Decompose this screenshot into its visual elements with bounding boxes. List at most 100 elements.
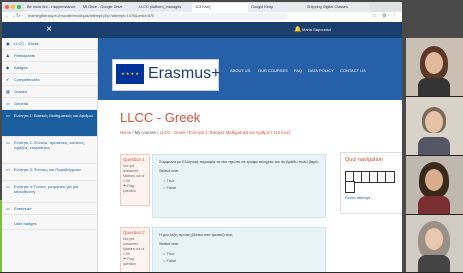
- select-one-label: Select one:: [159, 241, 180, 246]
- sidebar-item-label: LLCC - Greek: [14, 41, 39, 46]
- breadcrumb: Home / My courses / LLCC - Greek / Ενότη…: [120, 130, 291, 135]
- nav-data-policy[interactable]: DATA POLICY: [308, 68, 334, 73]
- sidebar-item-label: Participants: [14, 53, 35, 58]
- reload-icon[interactable]: ↻: [16, 13, 20, 19]
- breadcrumb-quiz[interactable]: 113 Κινέζ: [273, 130, 290, 135]
- site-header: [2, 22, 402, 38]
- question-marks: Marked out of 1.00: [123, 174, 145, 183]
- sidebar-item-section-3[interactable]: ▭ Ενότητα 3: Έννοιες και Παραδείγματα: [2, 164, 97, 181]
- quiz-navigation-block: Quiz navigation Finish attempt ...: [340, 152, 402, 214]
- breadcrumb-my-courses[interactable]: My courses: [135, 130, 156, 135]
- browser-tab[interactable]: Shipping Digital Classes: [304, 3, 370, 12]
- select-one-label: Select one:: [159, 168, 180, 173]
- sidebar-item-label: Erasmus+: [14, 206, 33, 211]
- question-status: Not yet answered: [123, 237, 139, 246]
- option-label: False: [166, 258, 177, 263]
- finish-attempt-link[interactable]: Finish attempt ...: [345, 195, 375, 200]
- sidebar-item-label: General: [14, 101, 29, 106]
- folder-icon: ▭: [6, 140, 10, 145]
- erasmus-logo: ★ ★ ★ ★ Erasmus+: [112, 59, 221, 91]
- option-true[interactable]: ○ True: [153, 177, 325, 184]
- question-info-2: Question 2 Not yet answered Marked out o…: [120, 227, 150, 272]
- quiz-nav-box[interactable]: [385, 171, 395, 183]
- radio-icon[interactable]: ○: [163, 185, 165, 190]
- sidebar-item-section-4[interactable]: ▭ Ενότητα 4: Γωνίες, μετρήσεις για μια κα…: [2, 181, 97, 203]
- sidebar-item-course[interactable]: ▣ LLCC - Greek: [2, 38, 97, 50]
- notification-bell-icon[interactable]: 🔔: [294, 26, 301, 33]
- breadcrumb-section[interactable]: Ενότητα 1: Βασικές Μαθηματικά και Αριθμο…: [189, 130, 270, 135]
- nav-contact-us[interactable]: CONTACT US: [340, 68, 366, 73]
- flag-question-link[interactable]: ⚑ Flag question: [121, 184, 149, 194]
- user-menu[interactable]: Maria Sapountzi: [302, 25, 331, 35]
- quiz-navigation-title: Quiz navigation: [345, 157, 383, 163]
- option-false[interactable]: ○ False: [153, 257, 325, 264]
- option-label: False: [166, 185, 177, 190]
- back-arrow-icon[interactable]: ←: [5, 13, 10, 19]
- video-tile: [406, 215, 463, 273]
- nav-our-courses[interactable]: OUR COURSES: [258, 68, 288, 73]
- participant-body: [418, 196, 450, 214]
- browser-tab[interactable]: LLCC platform_manages: [136, 3, 194, 12]
- sidebar-item-participants[interactable]: ♟ Participants: [2, 50, 97, 62]
- sidebar-item-user-badges[interactable]: User badges: [2, 218, 97, 230]
- sidebar-item-label: Badges: [14, 65, 28, 70]
- flag-question-link[interactable]: ⚑ Flag question: [121, 257, 149, 267]
- browser-tab[interactable]: Mt Olive - Google Drive: [80, 3, 138, 12]
- quiz-nav-box[interactable]: [345, 181, 355, 193]
- sidebar-item-label: Ενότητα 2: Σύνολα, προτάσεις, κανόνες, π…: [14, 140, 85, 150]
- question-text: Σύμφωνα με Ελληνική παροιμία το πιο πρώτ…: [159, 159, 319, 164]
- course-icon: ▣: [6, 41, 10, 46]
- participant-body: [418, 78, 450, 96]
- check-icon: ✔: [6, 77, 10, 82]
- nav-about-us[interactable]: ABOUT US: [230, 68, 250, 73]
- participant-face: [425, 111, 443, 133]
- question-body-2: Η μια λέξη πρώτη βλέπει στο τραπέζι σας …: [152, 227, 326, 272]
- sidebar-item-competencies[interactable]: ✔ Competencies: [2, 74, 97, 86]
- folder-icon: ▭: [6, 184, 10, 189]
- erasmus-wordmark: Erasmus+: [148, 65, 221, 82]
- sidebar-item-erasmus[interactable]: ▭ Erasmus+: [2, 203, 97, 215]
- participant-body: [418, 137, 450, 155]
- sidebar-item-section-2[interactable]: ▭ Ενότητα 2: Σύνολα, προτάσεις, κανόνες, …: [2, 137, 97, 164]
- question-info-1: Question 1 Not yet answered Marked out o…: [120, 154, 150, 206]
- breadcrumb-course[interactable]: LLCC - Greek: [160, 130, 186, 135]
- browser-tab-active[interactable]: 113 Κινέζ: [192, 3, 250, 12]
- folder-icon: ▭: [6, 206, 10, 211]
- badge-icon: ◆: [6, 65, 10, 70]
- extensions-icon[interactable]: ⚙: [382, 13, 386, 19]
- bookmark-star-icon[interactable]: ☆: [372, 13, 376, 19]
- folder-icon: ▭: [6, 167, 10, 172]
- video-tile: [406, 38, 463, 97]
- question-status: Not yet answered: [123, 164, 139, 173]
- minimize-window-dot[interactable]: [11, 5, 15, 9]
- close-window-dot[interactable]: [5, 5, 9, 9]
- sidebar-item-grades[interactable]: ▦ Grades: [2, 86, 97, 98]
- participant-face: [425, 169, 443, 191]
- menu-dots-icon[interactable]: ⋮: [392, 13, 397, 19]
- grades-icon: ▦: [6, 89, 10, 94]
- question-number: Question 1: [123, 157, 145, 162]
- browser-tab[interactable]: Be more fire - Happenstance: [24, 3, 82, 12]
- participants-icon: ♟: [6, 53, 10, 58]
- option-label: True: [166, 251, 175, 256]
- close-drawer-icon[interactable]: ×: [46, 24, 52, 36]
- option-label: True: [166, 178, 175, 183]
- question-text: Η μια λέξη πρώτη βλέπει στο τραπέζι σας: [159, 232, 233, 237]
- browser-tab[interactable]: Google Keep: [248, 3, 306, 12]
- breadcrumb-home[interactable]: Home: [120, 130, 131, 135]
- eu-stars-icon: ★ ★ ★ ★: [121, 71, 139, 76]
- option-true[interactable]: ○ True: [153, 250, 325, 257]
- maximize-window-dot[interactable]: [17, 5, 21, 9]
- sidebar-item-badges[interactable]: ◆ Badges: [2, 62, 97, 74]
- sidebar-item-label: Ενότητα 1: Βασικές Μαθηματικές και Αριθμ…: [14, 113, 93, 118]
- sidebar-item-label: Ενότητα 3: Έννοιες και Παραδείγματα: [14, 167, 81, 172]
- participant-face: [425, 52, 443, 74]
- sidebar-item-general[interactable]: ▭ General: [2, 98, 97, 110]
- nav-faq[interactable]: FAQ: [294, 68, 302, 73]
- browser-window: Be more fire - Happenstance Mt Olive - G…: [2, 2, 402, 272]
- radio-icon[interactable]: ○: [163, 258, 165, 263]
- url-field[interactable]: learningliteracy.eu/moodle/mod/quiz/atte…: [22, 13, 288, 20]
- option-false[interactable]: ○ False: [153, 184, 325, 191]
- sidebar-item-label: User badges: [14, 221, 37, 226]
- sidebar-item-section-1[interactable]: ▭ Ενότητα 1: Βασικές Μαθηματικές και Αριθ…: [2, 110, 97, 137]
